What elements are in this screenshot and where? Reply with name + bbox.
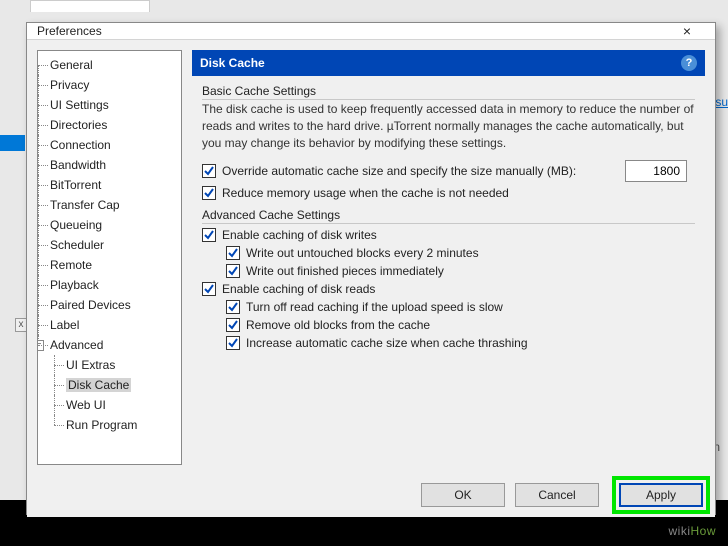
override-cache-label: Override automatic cache size and specif… [222,164,576,178]
write-finished-label: Write out finished pieces immediately [246,264,444,278]
pane-title: Disk Cache [200,56,265,70]
tree-item-advanced[interactable]: − Advanced UI Extras Disk Cache Web UI R… [50,335,181,435]
button-row: OK Cancel Apply [27,475,715,517]
reduce-memory-label: Reduce memory usage when the cache is no… [222,186,509,200]
override-cache-checkbox[interactable] [202,164,216,178]
reduce-memory-checkbox[interactable] [202,186,216,200]
enable-writes-label: Enable caching of disk writes [222,228,377,242]
cancel-button[interactable]: Cancel [515,483,599,507]
tree-item-scheduler[interactable]: Scheduler [50,235,181,255]
titlebar: Preferences × [27,23,715,40]
basic-group-title: Basic Cache Settings [202,84,695,100]
close-icon[interactable]: × [667,23,707,39]
apply-button[interactable]: Apply [619,483,703,507]
tree-item-remote[interactable]: Remote [50,255,181,275]
settings-pane: Disk Cache ? Basic Cache Settings The di… [192,50,705,465]
help-icon[interactable]: ? [681,55,697,71]
tree-item-disk-cache[interactable]: Disk Cache [66,375,181,395]
remove-old-label: Remove old blocks from the cache [246,318,430,332]
enable-reads-checkbox[interactable] [202,282,216,296]
tree-item-paired-devices[interactable]: Paired Devices [50,295,181,315]
increase-auto-label: Increase automatic cache size when cache… [246,336,528,350]
wikihow-watermark: wikiHow [668,522,716,538]
tree-item-connection[interactable]: Connection [50,135,181,155]
tree-item-bandwidth[interactable]: Bandwidth [50,155,181,175]
increase-auto-checkbox[interactable] [226,336,240,350]
category-tree[interactable]: General Privacy UI Settings Directories … [37,50,182,465]
ok-button[interactable]: OK [421,483,505,507]
tree-item-ui-extras[interactable]: UI Extras [66,355,181,375]
tree-item-transfer-cap[interactable]: Transfer Cap [50,195,181,215]
basic-description: The disk cache is used to keep frequentl… [202,101,695,152]
advanced-group-title: Advanced Cache Settings [202,208,695,224]
turnoff-read-checkbox[interactable] [226,300,240,314]
remove-old-checkbox[interactable] [226,318,240,332]
write-untouched-label: Write out untouched blocks every 2 minut… [246,246,479,260]
cache-size-input[interactable] [625,160,687,182]
background-tab [30,0,150,12]
tree-item-directories[interactable]: Directories [50,115,181,135]
enable-reads-label: Enable caching of disk reads [222,282,375,296]
pane-header: Disk Cache ? [192,50,705,76]
write-untouched-checkbox[interactable] [226,246,240,260]
tree-item-label[interactable]: Label [50,315,181,335]
expand-icon[interactable]: − [37,340,44,351]
write-finished-checkbox[interactable] [226,264,240,278]
preferences-dialog: Preferences × General Privacy UI Setting… [26,22,716,515]
dialog-title: Preferences [37,24,102,38]
apply-highlight: Apply [612,476,710,514]
tree-item-privacy[interactable]: Privacy [50,75,181,95]
tree-item-bittorrent[interactable]: BitTorrent [50,175,181,195]
tree-item-general[interactable]: General [50,55,181,75]
background-sidebar-highlight [0,135,25,151]
tree-item-playback[interactable]: Playback [50,275,181,295]
tree-item-run-program[interactable]: Run Program [66,415,181,435]
enable-writes-checkbox[interactable] [202,228,216,242]
turnoff-read-label: Turn off read caching if the upload spee… [246,300,503,314]
tree-item-queueing[interactable]: Queueing [50,215,181,235]
tree-item-web-ui[interactable]: Web UI [66,395,181,415]
tree-item-ui-settings[interactable]: UI Settings [50,95,181,115]
